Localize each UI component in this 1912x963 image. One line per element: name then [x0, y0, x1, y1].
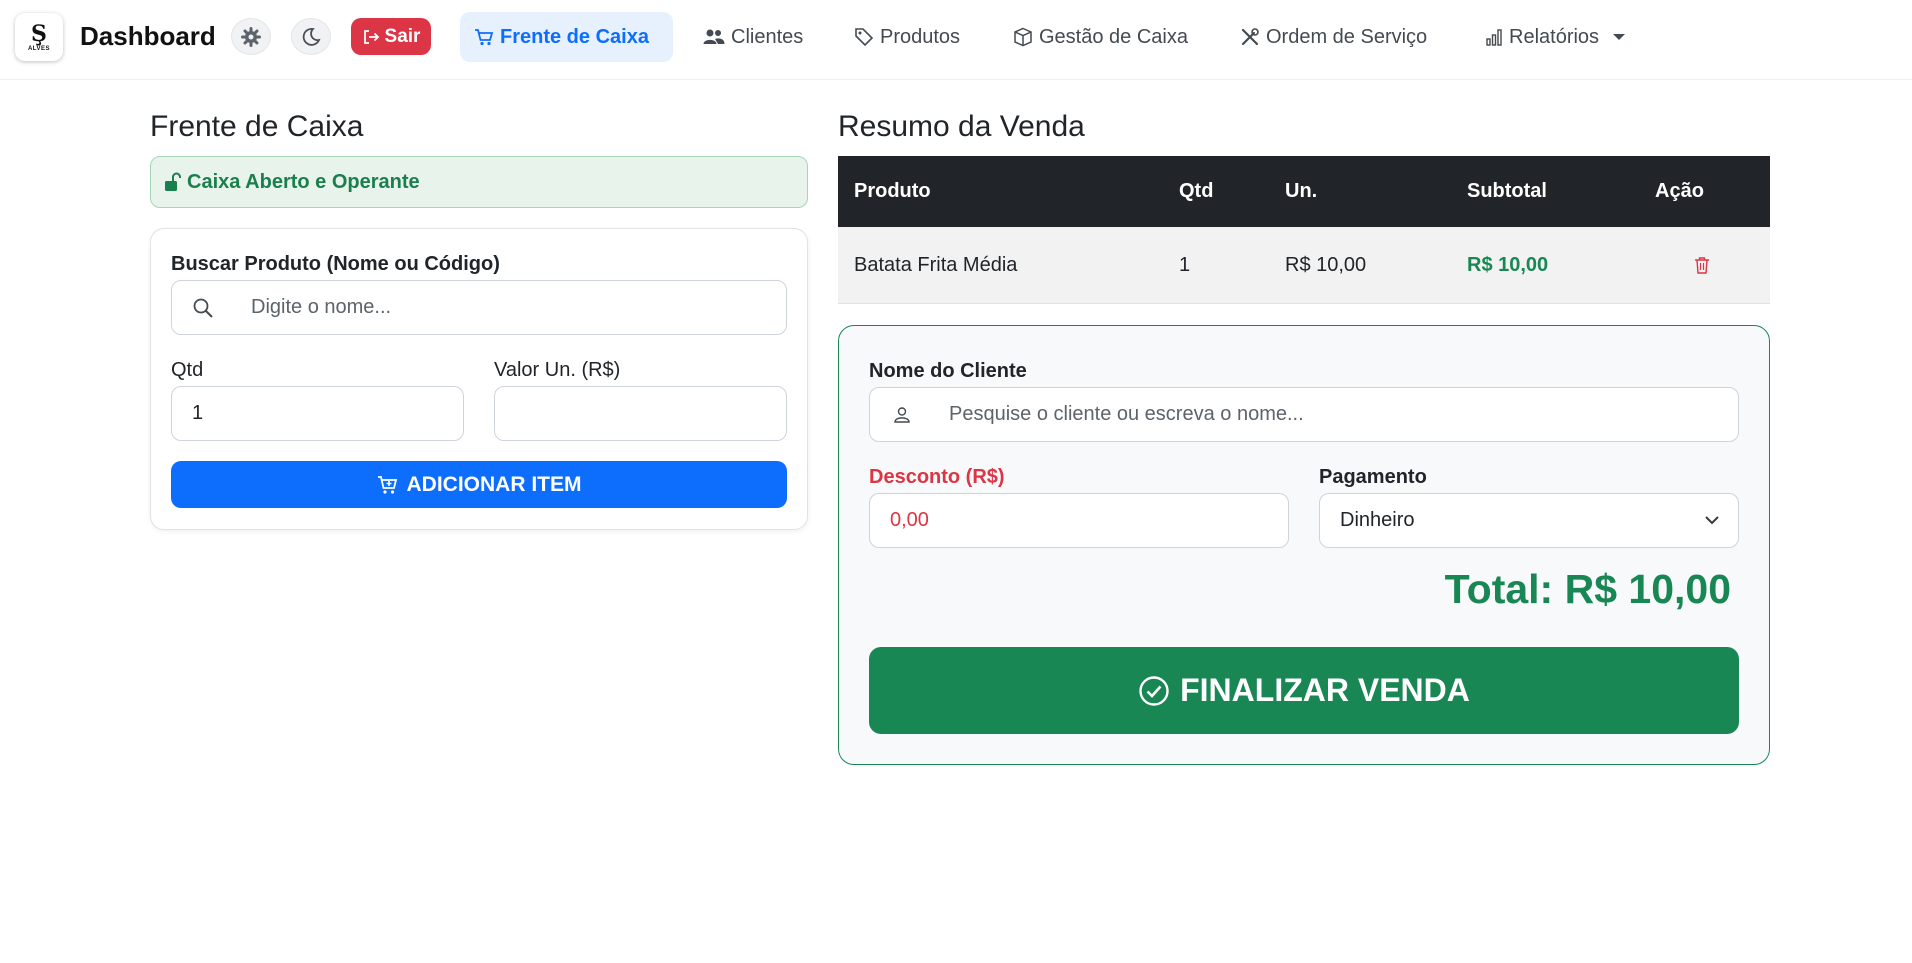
chevron-down-icon: [1705, 516, 1719, 525]
unit-price-label: Valor Un. (R$): [494, 359, 621, 381]
row-product: Batata Frita Média: [854, 253, 1018, 276]
nav-label: Clientes: [731, 25, 804, 48]
nav-label: Frente de Caixa: [500, 25, 649, 48]
page-title: Frente de Caixa: [150, 110, 364, 143]
col-acao: Ação: [1655, 180, 1704, 202]
person-icon: [894, 407, 910, 423]
cart-plus-icon: [377, 475, 397, 494]
brand-logo[interactable]: Ş ALVES: [15, 13, 63, 61]
col-qtd: Qtd: [1179, 180, 1214, 202]
gear-icon: [241, 26, 261, 47]
search-icon: [193, 298, 213, 318]
nav-relatorios-dropdown[interactable]: Relatórios: [1471, 12, 1639, 62]
discount-input[interactable]: 0,00: [869, 493, 1289, 548]
row-unit: R$ 10,00: [1285, 253, 1367, 276]
nav-label: Gestão de Caixa: [1039, 25, 1188, 48]
table-header: Produto Qtd Un. Subtotal Ação: [838, 156, 1770, 227]
product-search-input[interactable]: Digite o nome...: [171, 280, 787, 335]
nav-produtos[interactable]: Produtos: [840, 12, 974, 62]
table-row: Batata Frita Média 1 R$ 10,00 R$ 10,00: [838, 227, 1770, 304]
delete-item-button[interactable]: [1694, 227, 1710, 303]
nav-label: Ordem de Serviço: [1266, 25, 1428, 48]
moon-icon: [302, 27, 321, 46]
row-qty: 1: [1179, 253, 1191, 276]
unit-price-input[interactable]: [494, 386, 787, 441]
nav-label: Produtos: [880, 25, 961, 48]
add-item-button[interactable]: ADICIONAR ITEM: [171, 461, 787, 508]
nav-ordem-de-servico[interactable]: Ordem de Serviço: [1226, 12, 1441, 62]
add-item-label: ADICIONAR ITEM: [406, 472, 582, 496]
nav-label: Relatórios: [1509, 25, 1600, 48]
tag-icon: [855, 28, 874, 47]
logout-button[interactable]: Sair: [351, 18, 431, 55]
discount-value: 0,00: [890, 509, 929, 531]
check-circle-icon: [1139, 675, 1169, 706]
bar-chart-icon: [1486, 29, 1502, 46]
logo-mark-icon: Ş: [31, 20, 47, 47]
finalize-sale-label: FINALIZAR VENDA: [1180, 672, 1470, 708]
row-subtotal: R$ 10,00: [1467, 253, 1549, 276]
discount-label: Desconto (R$): [869, 466, 1005, 488]
search-placeholder: Digite o nome...: [251, 296, 392, 318]
settings-button[interactable]: [231, 18, 271, 55]
box-icon: [1014, 27, 1032, 47]
payment-value: Dinheiro: [1340, 509, 1415, 531]
logout-label: Sair: [384, 25, 421, 47]
nav-clientes[interactable]: Clientes: [689, 12, 817, 62]
col-subtotal: Subtotal: [1467, 180, 1547, 202]
finalize-sale-button[interactable]: FINALIZAR VENDA: [869, 647, 1739, 734]
client-search-input[interactable]: Pesquise o cliente ou escreva o nome...: [869, 387, 1739, 442]
payment-label: Pagamento: [1319, 466, 1427, 488]
sale-total: Total: R$ 10,00: [1444, 566, 1731, 612]
sale-items-table: Produto Qtd Un. Subtotal Ação Batata Fri…: [838, 156, 1770, 304]
qty-label: Qtd: [171, 359, 204, 381]
status-text: Caixa Aberto e Operante: [187, 170, 420, 193]
brand-title[interactable]: Dashboard: [80, 21, 216, 52]
col-un: Un.: [1285, 180, 1318, 202]
nav-frente-de-caixa[interactable]: Frente de Caixa: [460, 12, 673, 62]
trash-icon: [1695, 257, 1709, 274]
client-placeholder: Pesquise o cliente ou escreva o nome...: [949, 403, 1304, 425]
qty-value: 1: [192, 402, 204, 424]
tools-icon: [1241, 28, 1259, 46]
col-produto: Produto: [854, 180, 931, 202]
qty-input[interactable]: 1: [171, 386, 464, 441]
unlock-icon: [165, 172, 181, 191]
payment-select[interactable]: Dinheiro: [1319, 493, 1739, 548]
cart-icon: [475, 29, 494, 46]
cash-register-status: Caixa Aberto e Operante: [150, 156, 808, 208]
client-label: Nome do Cliente: [869, 360, 1027, 382]
logout-icon: [363, 29, 379, 44]
dark-mode-toggle[interactable]: [291, 18, 331, 55]
summary-title: Resumo da Venda: [838, 110, 1085, 143]
nav-gestao-de-caixa[interactable]: Gestão de Caixa: [999, 12, 1202, 62]
logo-text: ALVES: [27, 45, 51, 52]
people-icon: [703, 29, 725, 44]
navbar: Ş ALVES Dashboard Sair Frente de Caixa C…: [0, 0, 1912, 80]
search-label: Buscar Produto (Nome ou Código): [171, 253, 500, 275]
chevron-down-icon: [1613, 34, 1626, 40]
